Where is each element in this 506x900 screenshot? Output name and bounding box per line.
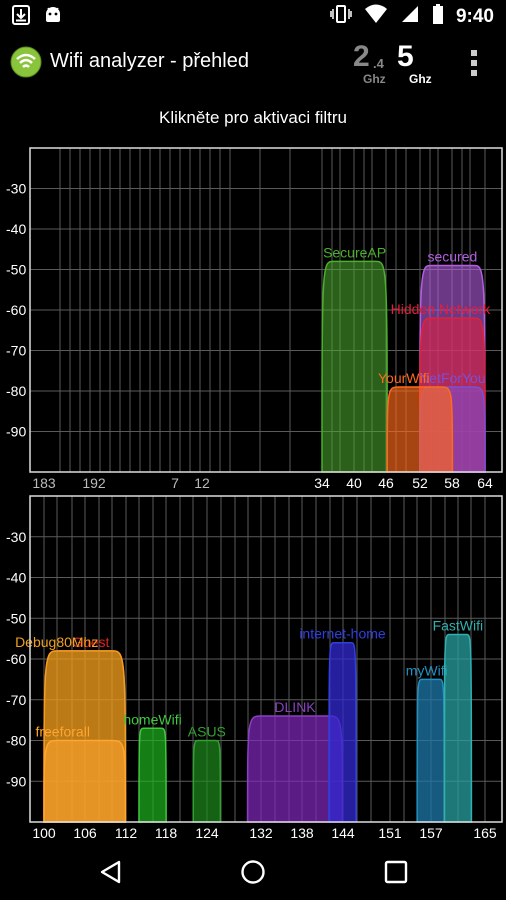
network-curve-yourwifi xyxy=(386,386,454,473)
y-tick-label: -60 xyxy=(6,651,26,667)
x-tick-label: 100 xyxy=(32,825,56,841)
wifi-icon xyxy=(364,4,388,29)
network-label: SecureAP xyxy=(323,244,386,260)
signal-icon xyxy=(400,4,420,29)
band-2-4-unit-label: Ghz xyxy=(363,72,386,86)
x-tick-label: 106 xyxy=(73,825,97,841)
x-tick-label: 112 xyxy=(115,825,138,841)
recents-icon[interactable] xyxy=(383,859,409,885)
page-title: Wifi analyzer - přehled xyxy=(50,50,249,72)
band-5-unit-label: Ghz xyxy=(409,72,432,86)
x-tick-label: 40 xyxy=(346,475,362,491)
x-tick-label: 58 xyxy=(444,475,460,491)
vibrate-icon xyxy=(330,4,352,29)
network-label: Hidden Network xyxy=(391,301,492,317)
x-tick-label: 124 xyxy=(195,825,219,841)
y-tick-label: -30 xyxy=(6,529,26,545)
y-tick-label: -90 xyxy=(6,773,26,789)
network-curve-internet-home xyxy=(328,641,357,823)
network-label: Debug80Mhz xyxy=(15,634,98,650)
navigation-bar xyxy=(0,843,506,900)
back-icon[interactable] xyxy=(98,859,124,885)
y-tick-label: -60 xyxy=(6,302,26,318)
band-5-main-label: 5 xyxy=(397,40,414,73)
y-tick-label: -50 xyxy=(6,610,26,626)
app-bar: Wifi analyzer - přehled 2 .4 Ghz 5 Ghz xyxy=(0,32,506,92)
network-curve-fastwifi xyxy=(443,633,473,823)
network-label: homeWifi xyxy=(123,711,181,727)
home-icon[interactable] xyxy=(240,859,266,885)
download-icon xyxy=(12,5,30,30)
band-2-4-decimal-label: .4 xyxy=(373,56,384,71)
network-label: freeforall xyxy=(35,724,89,740)
y-tick-label: -80 xyxy=(6,383,26,399)
network-label: YourWifi xyxy=(378,370,430,386)
channel-chart-lower[interactable]: -30-40-50-60-70-80-90GuestDebug80Mhzfree… xyxy=(0,490,506,842)
x-tick-label: 165 xyxy=(473,825,497,841)
network-curve-asus xyxy=(192,739,222,823)
battery-icon xyxy=(432,4,444,29)
x-tick-label: 183 xyxy=(32,475,56,491)
network-curve-homewifi xyxy=(138,727,167,823)
band-2-4-main-label: 2 xyxy=(353,40,370,73)
y-tick-label: -40 xyxy=(6,570,26,586)
x-tick-label: 64 xyxy=(477,475,493,491)
y-tick-label: -90 xyxy=(6,424,26,440)
network-curve-freeforall xyxy=(43,739,127,823)
network-label: FastWifi xyxy=(433,618,484,634)
filter-hint[interactable]: Klikněte pro aktivaci filtru xyxy=(0,108,506,128)
x-tick-label: 151 xyxy=(378,825,402,841)
network-curve-mywifi xyxy=(416,678,446,823)
x-tick-label: 192 xyxy=(82,475,106,491)
band-2-4ghz-button[interactable]: 2 .4 Ghz xyxy=(353,40,391,86)
status-bar: 9:40 xyxy=(0,0,506,32)
x-tick-label: 52 xyxy=(412,475,428,491)
y-tick-label: -30 xyxy=(6,181,26,197)
network-curve-secureap xyxy=(321,260,388,473)
overflow-menu-icon[interactable] xyxy=(462,46,486,80)
x-tick-label: 118 xyxy=(155,825,178,841)
y-tick-label: -50 xyxy=(6,262,26,278)
x-tick-label: 34 xyxy=(314,475,330,491)
x-tick-label: 12 xyxy=(194,475,210,491)
band-5ghz-button[interactable]: 5 Ghz xyxy=(397,40,437,86)
x-tick-label: 157 xyxy=(419,825,443,841)
android-icon xyxy=(44,5,62,30)
x-tick-label: 144 xyxy=(331,825,355,841)
y-tick-label: -80 xyxy=(6,733,26,749)
network-label: DLINK xyxy=(274,699,316,715)
x-tick-label: 46 xyxy=(378,475,394,491)
network-label: internet-home xyxy=(299,626,386,642)
network-label: secured xyxy=(427,248,477,264)
wifi-analyzer-logo-icon xyxy=(10,46,42,78)
channel-chart-upper[interactable]: -30 -40 -50 -60 -70 -80 -90 SecureAP secured Hidd… xyxy=(0,140,506,500)
y-tick-label: -70 xyxy=(6,692,26,708)
clock: 9:40 xyxy=(455,5,494,27)
network-label: myWifi xyxy=(406,662,448,678)
y-tick-label: -40 xyxy=(6,221,26,237)
y-tick-label: -70 xyxy=(6,343,26,359)
x-tick-label: 7 xyxy=(171,475,179,491)
network-label: ASUS xyxy=(188,724,226,740)
x-tick-label: 132 xyxy=(249,825,273,841)
x-tick-label: 138 xyxy=(290,825,314,841)
